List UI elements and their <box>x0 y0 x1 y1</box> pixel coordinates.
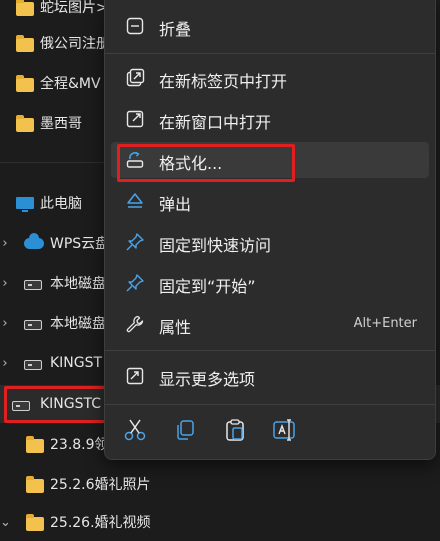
folder-icon <box>16 115 34 132</box>
folder-icon <box>26 514 44 531</box>
menu-item-pin-quick-access[interactable]: 固定到快速访问 <box>111 224 429 260</box>
folder-icon <box>26 436 44 453</box>
menu-item-collapse[interactable]: 折叠 <box>111 8 429 44</box>
pin-icon <box>125 273 145 293</box>
cut-icon[interactable] <box>121 416 149 444</box>
folder-icon <box>26 476 44 493</box>
open-new-window-icon <box>125 109 145 129</box>
menu-separator <box>105 404 435 405</box>
properties-shortcut: Alt+Enter <box>353 316 417 331</box>
pin-icon <box>125 232 145 252</box>
new-tab-icon <box>125 68 145 88</box>
menu-item-properties[interactable]: 属性 Alt+Enter <box>111 306 429 342</box>
wrench-icon <box>125 314 145 334</box>
nav-item-folder[interactable]: 25.2.6婚礼照片 <box>0 465 440 503</box>
folder-icon <box>16 0 34 16</box>
drive-icon <box>24 356 42 372</box>
drive-icon <box>24 276 42 292</box>
folder-icon <box>16 75 34 92</box>
computer-icon <box>16 196 34 212</box>
menu-item-open-new-tab[interactable]: 在新标签页中打开 <box>111 60 429 96</box>
drive-icon <box>24 316 42 332</box>
menu-item-open-new-window[interactable]: 在新窗口中打开 <box>111 101 429 137</box>
highlight-box-format <box>117 144 295 182</box>
paste-icon[interactable] <box>221 416 249 444</box>
chevron-right-icon[interactable]: › <box>0 356 10 371</box>
eject-icon <box>125 191 145 211</box>
context-menu: 折叠 在新标签页中打开 在新窗口中打开 格式化... 弹出 固定到快速访问 固定… <box>104 0 436 460</box>
rename-icon[interactable] <box>271 416 299 444</box>
more-options-icon <box>125 366 145 386</box>
menu-separator <box>105 53 435 54</box>
chevron-right-icon[interactable]: › <box>0 236 10 251</box>
chevron-right-icon[interactable]: › <box>0 276 10 291</box>
nav-item-folder[interactable]: ⌄ 25.26.婚礼视频 <box>0 503 440 541</box>
menu-item-eject[interactable]: 弹出 <box>111 183 429 219</box>
chevron-down-icon[interactable]: ⌄ <box>0 515 11 530</box>
cloud-icon <box>24 233 44 250</box>
collapse-icon <box>125 16 145 36</box>
menu-item-show-more-options[interactable]: 显示更多选项 <box>111 358 429 394</box>
menu-item-pin-start[interactable]: 固定到“开始” <box>111 265 429 301</box>
copy-icon[interactable] <box>171 416 199 444</box>
menu-separator <box>105 350 435 351</box>
folder-icon <box>16 35 34 52</box>
chevron-right-icon[interactable]: › <box>0 316 10 331</box>
nav-divider <box>0 162 110 163</box>
